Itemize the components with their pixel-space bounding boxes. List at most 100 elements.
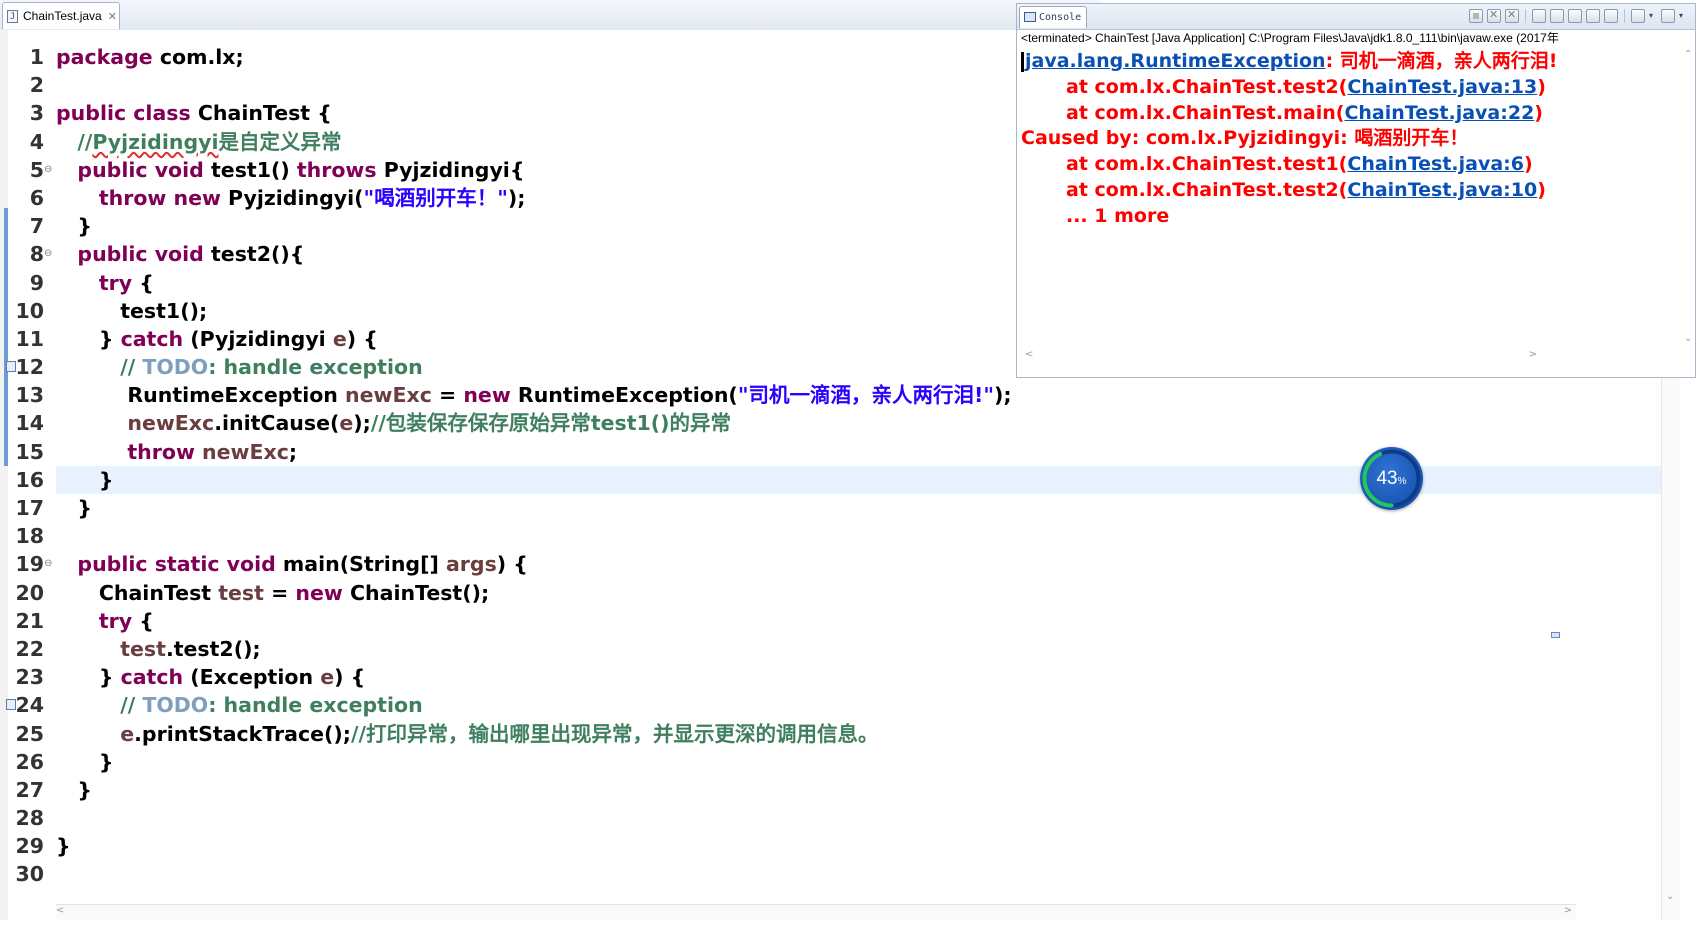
code-token: e	[339, 411, 354, 436]
chevron-down-icon[interactable]: ▾	[1679, 9, 1687, 23]
show-on-error-icon[interactable]	[1586, 9, 1600, 23]
fold-toggle-icon[interactable]: ⊖	[44, 156, 52, 184]
code-token: ChainTest	[56, 580, 219, 605]
console-horizontal-scrollbar[interactable]: < >	[1017, 349, 1547, 363]
code-token: ;	[288, 439, 298, 464]
line-number: 2	[29, 73, 44, 98]
code-line[interactable]: 14 newExc.initCause(e);//包装保存保存原始异常test1…	[0, 409, 1680, 437]
code-text: public static void main(String[] args) {	[56, 550, 528, 578]
code-line[interactable]: 19 ⊖ public static void main(String[] arg…	[0, 550, 1680, 578]
code-token: .test2();	[165, 636, 261, 661]
code-text: newExc.initCause(e);//包装保存保存原始异常test1()的…	[56, 409, 731, 437]
console-text: )	[1537, 178, 1546, 201]
code-line[interactable]: 26 }	[0, 748, 1680, 776]
code-token: }	[56, 496, 93, 520]
stack-trace-link[interactable]: ChainTest.java:22	[1344, 102, 1534, 124]
new-console-icon[interactable]	[1661, 9, 1675, 23]
code-token: test	[218, 580, 264, 605]
code-line[interactable]: 17 }	[0, 494, 1680, 522]
code-line[interactable]: 20 ChainTest test = new ChainTest();	[0, 579, 1680, 607]
code-line[interactable]: 15 throw newExc;	[0, 438, 1680, 466]
code-text: } catch (Pyjzidingyi e) {	[56, 325, 378, 353]
code-line[interactable]: 29}	[0, 832, 1680, 860]
remove-launch-icon[interactable]	[1487, 8, 1501, 23]
code-token: (Pyjzidingyi	[183, 326, 333, 351]
code-line[interactable]: 24 // TODO: handle exception	[0, 691, 1680, 719]
chevron-down-icon[interactable]: ▾	[1649, 9, 1657, 23]
code-text: try {	[56, 269, 154, 297]
stack-trace-link[interactable]: ChainTest.java:13	[1347, 76, 1537, 98]
code-line[interactable]: 16 }	[15, 465, 1680, 494]
code-line[interactable]: 22 test.test2();	[0, 635, 1680, 663]
tab-chaintest-java[interactable]: J ChainTest.java ✕	[2, 2, 120, 29]
editor-horizontal-scrollbar[interactable]: < >	[56, 904, 1576, 920]
console-text: at com.lx.ChainTest.test1(	[1066, 153, 1348, 176]
code-text: ChainTest test = new ChainTest();	[56, 579, 489, 607]
line-number: 18	[15, 524, 44, 549]
remove-all-icon[interactable]	[1505, 8, 1519, 23]
code-token: : handle exception	[208, 355, 423, 380]
code-line[interactable]: 23 } catch (Exception e) {	[0, 663, 1680, 691]
word-wrap-icon[interactable]	[1550, 9, 1564, 23]
java-file-icon: J	[7, 9, 18, 23]
terminate-icon[interactable]	[1469, 9, 1483, 23]
line-number: 13	[15, 383, 44, 408]
memory-meter[interactable]: 43%	[1360, 447, 1423, 510]
fold-toggle-icon[interactable]: ⊖	[44, 550, 52, 578]
code-line[interactable]: 25 e.printStackTrace();//打印异常，输出哪里出现异常，并…	[0, 720, 1680, 748]
code-token: {	[132, 270, 154, 295]
code-text: }	[56, 776, 92, 804]
console-text: ... 1 more	[1066, 204, 1170, 227]
scroll-lock-icon[interactable]	[1532, 9, 1546, 23]
code-token: public static void	[56, 552, 276, 577]
code-token: test	[56, 636, 166, 661]
line-number: 8	[29, 242, 44, 267]
overview-ruler-marker[interactable]	[1551, 632, 1560, 638]
console-line: java.lang.RuntimeException: 司机一滴酒，亲人两行泪!	[1021, 49, 1681, 75]
code-line[interactable]: 18	[0, 522, 1680, 550]
code-line[interactable]: 27 }	[0, 776, 1680, 804]
show-on-output-icon[interactable]	[1568, 9, 1582, 23]
stack-trace-link[interactable]: ChainTest.java:6	[1347, 153, 1524, 175]
code-line[interactable]: 21 try {	[0, 607, 1680, 635]
fold-toggle-icon[interactable]: ⊖	[44, 240, 52, 268]
console-line: at com.lx.ChainTest.test1(ChainTest.java…	[1021, 152, 1681, 178]
console-text: at com.lx.ChainTest.main(	[1066, 101, 1345, 124]
tab-console[interactable]: Console	[1019, 6, 1087, 28]
console-line: Caused by: com.lx.Pyjzidingyi: 喝酒别开车！	[1021, 126, 1681, 152]
stack-trace-link[interactable]: java.lang.RuntimeException	[1025, 50, 1326, 72]
display-console-icon[interactable]	[1631, 9, 1645, 23]
code-token: test2(){	[203, 242, 305, 267]
code-token: =	[431, 383, 464, 408]
text-caret	[1021, 51, 1024, 72]
code-token: try	[56, 608, 133, 633]
close-icon[interactable]: ✕	[108, 10, 117, 23]
code-token: {	[132, 608, 154, 633]
console-vertical-scrollbar[interactable]: ⌃ ⌄	[1681, 49, 1695, 344]
stack-trace-link[interactable]: ChainTest.java:10	[1347, 179, 1537, 201]
code-line[interactable]: 28	[0, 804, 1680, 832]
code-token: Pyjzidingyi{	[376, 157, 525, 182]
code-line[interactable]: 13 RuntimeException newExc = new Runtime…	[0, 381, 1680, 409]
pin-console-icon[interactable]	[1604, 9, 1618, 23]
console-output[interactable]: java.lang.RuntimeException: 司机一滴酒，亲人两行泪!…	[1021, 49, 1681, 230]
console-text: at com.lx.ChainTest.test2(	[1066, 75, 1348, 98]
code-token: catch	[120, 665, 184, 690]
line-number: 4	[29, 129, 44, 154]
code-text: package com.lx;	[56, 43, 244, 71]
code-token: com.lx;	[152, 45, 244, 69]
code-text: }	[56, 748, 114, 776]
code-token: catch	[120, 326, 184, 351]
code-text: // TODO: handle exception	[56, 353, 423, 381]
code-token: public void	[56, 242, 204, 267]
toolbar-separator	[1624, 9, 1625, 23]
line-number: 17	[15, 496, 44, 520]
code-token: );	[353, 411, 371, 436]
code-text: }	[56, 832, 71, 860]
code-line[interactable]: 30	[0, 860, 1680, 888]
line-number: 3	[29, 101, 44, 126]
code-text: public class ChainTest {	[56, 99, 332, 127]
code-token: package	[56, 45, 153, 69]
code-token: (Exception	[183, 665, 321, 690]
line-number: 15	[15, 439, 44, 464]
